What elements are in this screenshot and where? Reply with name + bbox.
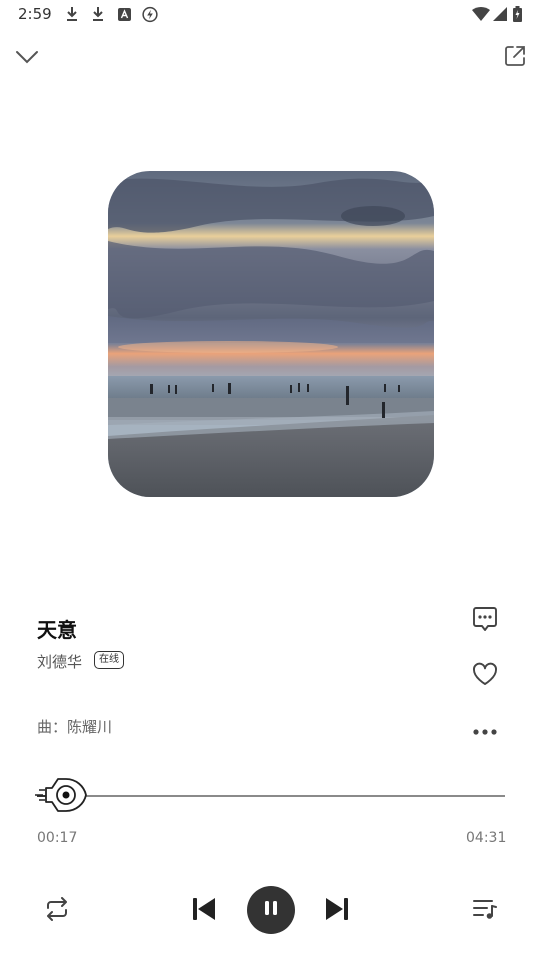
artist-name[interactable]: 刘德华 xyxy=(37,651,82,672)
more-button[interactable] xyxy=(468,713,502,747)
total-time: 04:31 xyxy=(466,830,507,846)
next-icon xyxy=(323,896,351,926)
collapse-button[interactable] xyxy=(11,42,43,74)
progress-track[interactable] xyxy=(37,795,505,797)
next-button[interactable] xyxy=(319,893,355,929)
online-badge: 在线 xyxy=(94,651,124,669)
wifi-icon xyxy=(472,6,490,22)
playlist-button[interactable] xyxy=(468,894,502,928)
repeat-icon xyxy=(44,897,70,925)
song-title: 天意 xyxy=(37,618,77,642)
progress-knob[interactable] xyxy=(34,775,94,817)
comment-button[interactable] xyxy=(468,604,502,638)
bolt-icon xyxy=(142,6,158,22)
status-bar: 2:59 xyxy=(0,0,542,28)
composer-credit: 曲：陈耀川 xyxy=(37,718,113,736)
heart-icon xyxy=(471,661,499,691)
chevron-down-icon xyxy=(15,49,39,68)
play-pause-button[interactable] xyxy=(247,886,295,934)
a-badge-icon xyxy=(116,6,132,22)
external-link-icon xyxy=(504,45,526,71)
signal-icon xyxy=(492,6,508,22)
download-icon xyxy=(90,6,106,22)
album-art xyxy=(108,171,434,497)
repeat-button[interactable] xyxy=(40,894,74,928)
previous-button[interactable] xyxy=(186,893,222,929)
share-button[interactable] xyxy=(499,42,531,74)
more-icon xyxy=(472,721,498,740)
pause-icon xyxy=(263,900,279,920)
status-time: 2:59 xyxy=(18,5,52,23)
battery-icon xyxy=(512,6,522,22)
comment-icon xyxy=(471,605,499,637)
playlist-icon xyxy=(472,898,498,924)
like-button[interactable] xyxy=(468,659,502,693)
download-icon xyxy=(64,6,80,22)
plug-icon xyxy=(34,778,94,821)
previous-icon xyxy=(190,896,218,926)
current-time: 00:17 xyxy=(37,830,78,846)
